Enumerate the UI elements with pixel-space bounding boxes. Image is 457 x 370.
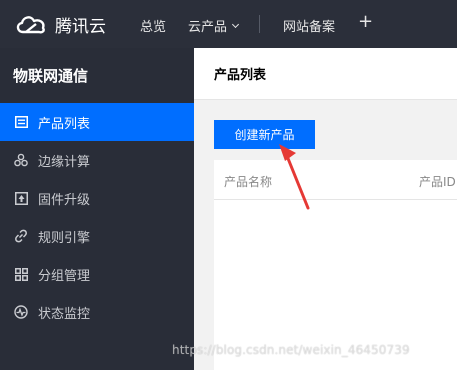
monitor-icon: [14, 305, 28, 319]
sidebar-item-label: 产品列表: [38, 116, 91, 132]
chevron-down-icon: [231, 20, 240, 28]
sidebar-item-rule-engine[interactable]: 规则引擎: [0, 217, 194, 255]
product-table: 产品名称 产品ID: [214, 160, 457, 370]
page-header: 产品列表: [194, 48, 457, 100]
sidebar-item-label: 规则引擎: [38, 230, 91, 246]
brand-name: 腾讯云: [55, 16, 106, 37]
sidebar-item-label: 状态监控: [38, 306, 91, 322]
column-header-product-name[interactable]: 产品名称: [224, 173, 272, 190]
sidebar-item-edge-computing[interactable]: 边缘计算: [0, 141, 194, 179]
nav-cloud-products[interactable]: 云产品: [188, 16, 240, 35]
link-icon: [14, 229, 28, 243]
main-content: 产品列表 创建新产品 产品名称 产品ID: [194, 48, 457, 370]
sidebar-item-label: 固件升级: [38, 192, 91, 208]
sidebar-item-label: 边缘计算: [38, 154, 91, 170]
top-navigation-bar: 腾讯云 总览 云产品 网站备案 +: [0, 0, 457, 48]
table-header-row: 产品名称 产品ID: [214, 160, 457, 200]
upgrade-icon: [14, 191, 28, 205]
nav-overview[interactable]: 总览: [140, 16, 166, 35]
cloud-logo-icon: [16, 16, 45, 34]
red-annotation-arrow: [279, 144, 310, 210]
sidebar-item-group-management[interactable]: 分组管理: [0, 255, 194, 293]
group-icon: [14, 267, 28, 281]
watermark: https://blog.csdn.net/weixin_46450739: [172, 343, 410, 357]
edge-compute-icon: [14, 153, 28, 167]
sidebar-item-status-monitoring[interactable]: 状态监控: [0, 293, 194, 331]
plus-icon[interactable]: +: [358, 13, 373, 31]
sidebar-item-firmware-upgrade[interactable]: 固件升级: [0, 179, 194, 217]
brand-logo[interactable]: 腾讯云: [14, 12, 106, 37]
sidebar-item-product-list[interactable]: 产品列表: [0, 103, 194, 141]
nav-divider: [259, 15, 260, 33]
sidebar: 物联网通信 产品列表 边缘计算 固件升级 规则引擎 分组管理 状态监控: [0, 48, 194, 370]
column-header-product-id[interactable]: 产品ID: [419, 173, 456, 190]
sidebar-item-label: 分组管理: [38, 268, 91, 284]
sidebar-title: 物联网通信: [13, 67, 89, 85]
nav-icp-filing[interactable]: 网站备案: [283, 16, 335, 35]
list-icon: [14, 115, 28, 129]
page-title: 产品列表: [214, 68, 267, 83]
nav-cloud-products-label: 云产品: [188, 20, 228, 35]
